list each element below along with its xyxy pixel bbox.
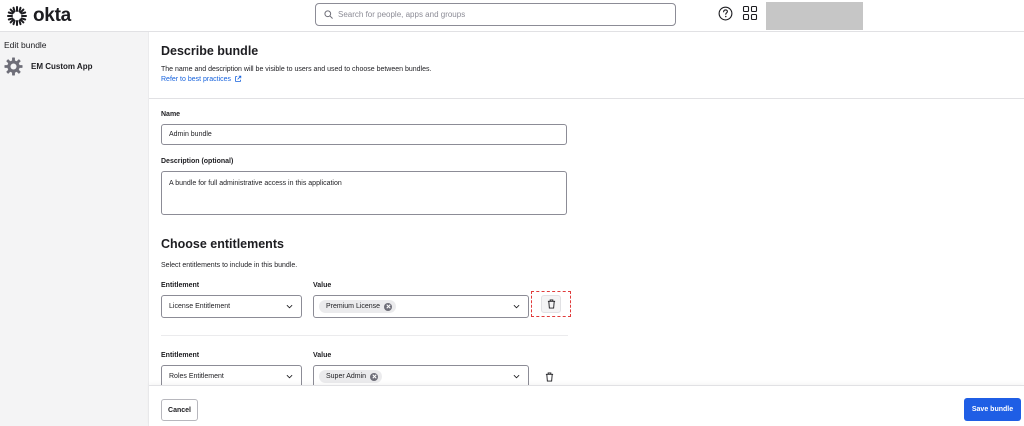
app-switcher-icon[interactable] (742, 5, 758, 21)
delete-row-button[interactable] (542, 370, 556, 384)
choose-entitlements-subtitle: Select entitlements to include in this b… (161, 262, 298, 269)
okta-sunburst-icon (7, 6, 27, 26)
main-content: Describe bundle The name and description… (149, 32, 1024, 426)
name-label: Name (161, 111, 181, 118)
section-divider (149, 98, 1024, 99)
choose-entitlements-heading: Choose entitlements (161, 237, 284, 251)
search-box[interactable] (315, 3, 676, 26)
entitlement-select-value: Roles Entitlement (169, 373, 224, 380)
trash-icon (545, 372, 553, 382)
chevron-down-icon (513, 304, 520, 308)
value-chip: Premium License (319, 300, 397, 313)
gear-icon (4, 57, 23, 76)
value-chip-label: Premium License (326, 303, 381, 310)
chevron-down-icon (286, 304, 293, 308)
external-link-icon (235, 75, 242, 82)
save-bundle-button[interactable]: Save bundle (964, 398, 1021, 421)
value-multiselect[interactable]: Premium License (313, 295, 529, 318)
describe-bundle-heading: Describe bundle (161, 44, 259, 58)
entitlement-select-value: License Entitlement (169, 303, 231, 310)
best-practices-link[interactable]: Refer to best practices (161, 75, 242, 83)
value-label: Value (313, 282, 332, 289)
cancel-button[interactable]: Cancel (161, 399, 198, 421)
footer-bar: Cancel Save bundle (149, 385, 1024, 426)
okta-logo[interactable]: okta (6, 4, 71, 28)
top-bar: okta (0, 0, 1024, 32)
user-menu-redacted[interactable] (766, 2, 863, 30)
search-icon (324, 10, 333, 19)
entitlement-label: Entitlement (161, 282, 200, 289)
value-chip-label: Super Admin (326, 373, 367, 380)
delete-row-button[interactable] (541, 295, 561, 313)
sidebar-title: Edit bundle (4, 40, 47, 50)
best-practices-link-text: Refer to best practices (161, 75, 232, 83)
remove-chip-icon[interactable] (384, 302, 393, 311)
value-chip: Super Admin (319, 370, 383, 383)
description-label: Description (optional) (161, 158, 234, 165)
chevron-down-icon (513, 374, 520, 378)
sidebar-app: EM Custom App (4, 57, 92, 76)
describe-bundle-description: The name and description will be visible… (161, 66, 432, 73)
entitlement-select[interactable]: License Entitlement (161, 295, 302, 318)
sidebar-app-name: EM Custom App (31, 62, 93, 71)
highlight-box (531, 291, 571, 317)
chevron-down-icon (286, 374, 293, 378)
entitlement-label: Entitlement (161, 352, 200, 359)
description-textarea[interactable]: A bundle for full administrative access … (161, 171, 567, 215)
sidebar: Edit bundle EM Custom App (0, 32, 149, 426)
remove-chip-icon[interactable] (370, 372, 379, 381)
trash-icon (547, 299, 555, 309)
row-divider (161, 335, 568, 336)
logo-text: okta (33, 5, 71, 26)
help-icon[interactable] (718, 6, 733, 21)
value-label: Value (313, 352, 332, 359)
search-input[interactable] (338, 10, 638, 19)
name-input[interactable]: Admin bundle (161, 124, 567, 145)
